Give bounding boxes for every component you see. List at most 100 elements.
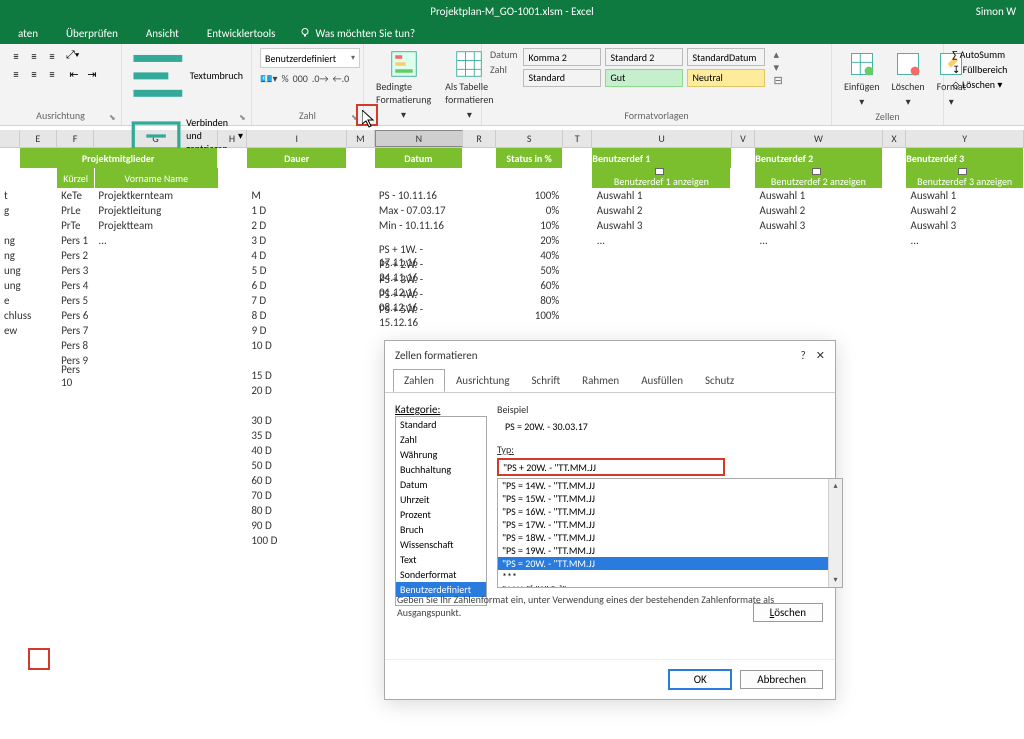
cell[interactable]: Auswahl 2 [593,204,732,217]
delete-cells-btn[interactable]: Löschen▾ [888,48,929,110]
cell[interactable]: 20% [497,234,564,247]
dialog-close-icon[interactable]: ✕ [816,349,825,362]
category-item[interactable]: Bruch [396,522,486,537]
cell[interactable]: 100 D [247,534,347,547]
cell[interactable]: 60 D [247,474,347,487]
format-item[interactable]: "PS = 14W. - "TT.MM.JJ [498,479,842,492]
increase-indent[interactable]: ⇥ [84,66,100,82]
cell[interactable]: Auswahl 3 [906,219,1024,232]
wrap-text-btn[interactable]: Textumbruch [130,48,243,104]
col-header-U[interactable]: U [592,130,731,147]
table-row[interactable]: ePers 57 DPS + 4W. - 08.12.1680% [0,293,1024,308]
accounting-format[interactable]: 💶▾ [260,72,277,85]
cell[interactable]: 100% [497,189,564,202]
format-item[interactable]: "PS = 18W. - "TT.MM.JJ [498,531,842,544]
cell[interactable]: 4 D [247,249,347,262]
subheader[interactable]: Benutzerdef 3 anzeigen [906,168,1024,188]
format-item[interactable]: "PS = 17W. - "TT.MM.JJ [498,518,842,531]
cell[interactable]: Auswahl 3 [593,219,732,232]
cell[interactable]: ung [0,264,20,277]
cell[interactable]: 80 D [247,504,347,517]
cell[interactable]: 15 D [247,369,347,382]
style-standard2[interactable]: Standard 2 [605,48,683,66]
align-left[interactable]: ≡ [8,66,24,82]
format-item[interactable]: "PS = 20W. - "TT.MM.JJ [498,557,842,570]
cell[interactable]: 70 D [247,489,347,502]
cell[interactable]: ... [593,234,732,247]
cell[interactable]: 7 D [247,294,347,307]
tab-daten[interactable]: aten [8,23,48,44]
col-header-V[interactable]: V [732,130,756,147]
checkbox[interactable] [958,168,967,175]
cell[interactable]: PrLe [57,204,94,217]
cell[interactable]: 90 D [247,519,347,532]
cell[interactable]: 35 D [247,429,347,442]
style-standarddatum[interactable]: StandardDatum [687,48,765,66]
tab-developer[interactable]: Entwicklertools [197,23,286,44]
cell[interactable]: M [247,189,347,202]
cell[interactable]: KeTe [57,189,94,202]
col-header-X[interactable]: X [883,130,907,147]
dialog-titlebar[interactable]: Zellen formatieren ? ✕ [385,341,835,369]
category-item[interactable]: Sonderformat [396,567,486,582]
scroll-up-icon[interactable]: ▴ [829,479,843,493]
cell[interactable]: 1 D [247,204,347,217]
cell[interactable]: Max - 07.03.17 [375,204,463,217]
format-item[interactable]: "PS = 16W. - "TT.MM.JJ [498,505,842,518]
category-item[interactable]: Buchhaltung [396,462,486,477]
format-listbox[interactable]: "PS = 14W. - "TT.MM.JJ"PS = 15W. - "TT.M… [497,478,843,588]
align-bottom[interactable]: ≡ [44,48,60,64]
category-listbox[interactable]: StandardZahlWährungBuchhaltungDatumUhrze… [395,416,487,606]
cell[interactable]: 20 D [247,384,347,397]
tell-me[interactable]: Was möchten Sie tun? [299,27,415,40]
checkbox[interactable] [655,168,664,175]
table-row[interactable]: ungPers 46 DPS + 3W. - 01.12.1660% [0,278,1024,293]
cell[interactable]: 30 D [247,414,347,427]
cell[interactable]: Auswahl 1 [593,189,732,202]
cell[interactable]: 100% [497,309,564,322]
cell[interactable]: t [0,189,20,202]
table-row[interactable]: chlussPers 68 DPS + 5W. - 15.12.16100% [0,308,1024,323]
cell[interactable]: PS - 10.11.16 [375,189,463,202]
table-row[interactable]: ungPers 35 DPS + 2W. - 24.11.1650% [0,263,1024,278]
col-header-T[interactable]: T [563,130,592,147]
cell[interactable]: chluss [0,309,20,322]
cell[interactable]: ... [906,234,1024,247]
cell[interactable]: Projektteam [94,219,217,232]
insert-cells-btn[interactable]: Einfügen▾ [840,48,884,110]
tab-zahlen[interactable]: Zahlen [393,369,445,392]
col-header-W[interactable]: W [755,130,882,147]
cell[interactable]: Min - 10.11.16 [375,219,463,232]
format-item[interactable]: "1 W. "[ "0" D ]" [498,583,842,588]
table-row[interactable]: tKeTeProjektkernteamMPS - 10.11.16100%Au… [0,188,1024,203]
cell[interactable]: ... [755,234,882,247]
tab-rahmen[interactable]: Rahmen [571,369,630,392]
scroll-down-icon[interactable]: ▾ [829,573,843,587]
table-row[interactable]: PrTeProjektteam2 DMin - 10.11.1610%Auswa… [0,218,1024,233]
table-row[interactable]: ngPers 24 DPS + 1W. - 17.11.1640% [0,248,1024,263]
wrap-launcher[interactable]: ⬊ [239,113,249,123]
cell[interactable]: Pers 8 [57,339,94,352]
cell[interactable]: Auswahl 1 [755,189,882,202]
style-more[interactable]: ⊟ [773,74,782,87]
cell[interactable]: Auswahl 3 [755,219,882,232]
category-item[interactable]: Prozent [396,507,486,522]
format-item[interactable]: *** [498,570,842,583]
clear-btn[interactable]: ◇ Löschen ▾ [952,78,1012,91]
tab-ausrichtung[interactable]: Ausrichtung [445,369,521,392]
conditional-formatting-btn[interactable]: Bedingte Formatierung ▾ [372,48,435,123]
col-header-N[interactable]: N [375,130,463,147]
cell[interactable]: 6 D [248,279,348,292]
cell[interactable]: Auswahl 2 [906,204,1024,217]
align-right[interactable]: ≡ [44,66,60,82]
cell[interactable]: g [0,204,20,217]
decrease-decimal[interactable]: ←.0 [333,72,350,85]
cell[interactable]: Auswahl 2 [755,204,882,217]
cell[interactable]: 10% [497,219,564,232]
style-neutral[interactable]: Neutral [687,69,765,87]
cell[interactable]: 9 D [248,324,348,337]
col-header-S[interactable]: S [496,130,563,147]
increase-decimal[interactable]: .0→ [312,72,329,85]
fill-btn[interactable]: ↧ Füllbereich [952,63,1012,76]
cell[interactable]: PS + 5W. - 15.12.16 [375,303,463,329]
